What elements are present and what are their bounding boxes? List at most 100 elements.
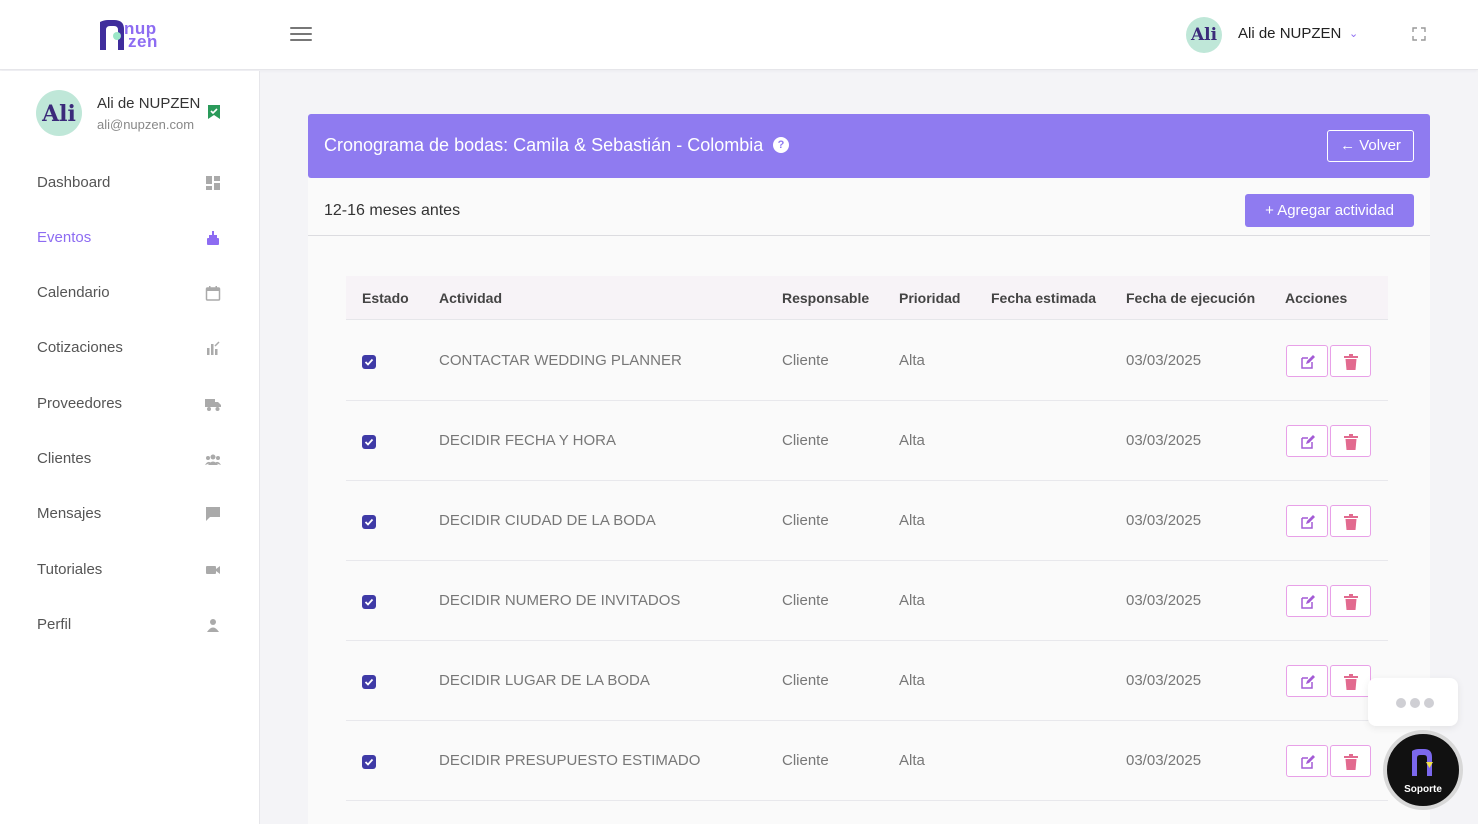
- table-row: CONTACTAR WEDDING PLANNER Cliente Alta 0…: [346, 321, 1388, 401]
- column-header-responsable[interactable]: Responsable: [782, 290, 869, 306]
- column-header-actividad[interactable]: Actividad: [439, 290, 502, 306]
- delete-button[interactable]: [1330, 585, 1371, 617]
- column-header-fecha-ejecucion[interactable]: Fecha de ejecución: [1126, 290, 1255, 306]
- edit-button[interactable]: [1286, 505, 1328, 537]
- cell-priority: Alta: [899, 432, 925, 449]
- fullscreen-icon[interactable]: [1412, 27, 1426, 41]
- check-icon: [364, 438, 374, 446]
- message-icon: [206, 507, 220, 521]
- check-icon: [364, 758, 374, 766]
- table-row: DECIDIR FECHA Y HORA Cliente Alta 03/03/…: [346, 401, 1388, 481]
- column-header-estado[interactable]: Estado: [362, 290, 409, 306]
- sidebar-item-label: Tutoriales: [37, 561, 103, 578]
- calendar-icon: [205, 286, 221, 301]
- delete-button[interactable]: [1330, 505, 1371, 537]
- delete-button[interactable]: [1330, 425, 1371, 457]
- status-checkbox[interactable]: [362, 435, 376, 449]
- status-checkbox[interactable]: [362, 355, 376, 369]
- chat-typing-bubble[interactable]: [1368, 678, 1458, 726]
- cell-activity: CONTACTAR WEDDING PLANNER: [439, 352, 682, 369]
- cake-icon: [207, 231, 219, 245]
- cell-priority: Alta: [899, 752, 925, 769]
- plus-icon: +: [1265, 202, 1274, 219]
- sidebar-item-mensajes[interactable]: Mensajes: [0, 494, 259, 534]
- edit-icon: [1301, 355, 1315, 369]
- edit-button[interactable]: [1286, 425, 1328, 457]
- status-checkbox[interactable]: [362, 595, 376, 609]
- section-title: 12-16 meses antes: [324, 202, 461, 219]
- edit-icon: [1301, 435, 1315, 449]
- check-icon: [364, 358, 374, 366]
- video-icon: [206, 566, 220, 574]
- edit-button[interactable]: [1286, 745, 1328, 777]
- cell-responsible: Cliente: [782, 432, 829, 449]
- edit-button[interactable]: [1286, 585, 1328, 617]
- sidebar-item-proveedores[interactable]: Proveedores: [0, 384, 259, 424]
- trash-icon: [1344, 354, 1358, 370]
- support-button[interactable]: Soporte: [1383, 730, 1463, 810]
- user-icon: [207, 619, 219, 632]
- check-icon: [364, 598, 374, 606]
- support-label: Soporte: [1404, 784, 1442, 795]
- sidebar-item-clientes[interactable]: Clientes: [0, 439, 259, 479]
- column-header-fecha-estimada[interactable]: Fecha estimada: [991, 290, 1096, 306]
- back-button[interactable]: ← Volver: [1327, 130, 1414, 162]
- sidebar-item-perfil[interactable]: Perfil: [0, 605, 259, 645]
- delete-button[interactable]: [1330, 745, 1371, 777]
- add-activity-button[interactable]: + Agregar actividad: [1245, 194, 1414, 227]
- sidebar-item-label: Eventos: [37, 229, 92, 246]
- hamburger-icon[interactable]: [290, 27, 312, 43]
- table-row: DECIDIR PRESUPUESTO ESTIMADO Cliente Alt…: [346, 721, 1388, 801]
- sidebar-item-label: Calendario: [37, 284, 110, 301]
- cell-responsible: Cliente: [782, 672, 829, 689]
- sidebar-item-label: Proveedores: [37, 395, 123, 412]
- sidebar-item-cotizaciones[interactable]: Cotizaciones: [0, 328, 259, 368]
- edit-icon: [1301, 515, 1315, 529]
- chart-icon: [207, 341, 220, 355]
- cell-activity: DECIDIR NUMERO DE INVITADOS: [439, 592, 681, 609]
- status-checkbox[interactable]: [362, 515, 376, 529]
- check-icon: [364, 518, 374, 526]
- arrow-left-icon: ←: [1340, 137, 1356, 154]
- status-checkbox[interactable]: [362, 675, 376, 689]
- cell-responsible: Cliente: [782, 592, 829, 609]
- column-header-prioridad[interactable]: Prioridad: [899, 290, 960, 306]
- support-logo-icon: [1412, 749, 1433, 776]
- profile-avatar-text: Ali: [42, 101, 76, 127]
- cell-responsible: Cliente: [782, 352, 829, 369]
- cell-priority: Alta: [899, 512, 925, 529]
- cell-execution-date: 03/03/2025: [1126, 752, 1202, 769]
- sidebar-item-tutoriales[interactable]: Tutoriales: [0, 550, 259, 590]
- sidebar-item-calendario[interactable]: Calendario: [0, 273, 259, 313]
- cell-execution-date: 03/03/2025: [1126, 592, 1202, 609]
- logo-mark-icon: [100, 20, 124, 50]
- table-row: DECIDIR NUMERO DE INVITADOS Cliente Alta…: [346, 561, 1388, 641]
- profile-avatar[interactable]: Ali: [36, 90, 82, 136]
- delete-button[interactable]: [1330, 345, 1371, 377]
- sidebar-item-label: Cotizaciones: [37, 339, 123, 356]
- edit-button[interactable]: [1286, 665, 1328, 697]
- delete-button[interactable]: [1330, 665, 1371, 697]
- trash-icon: [1344, 514, 1358, 530]
- table-row: DECIDIR LUGAR DE LA BODA Cliente Alta 03…: [346, 641, 1388, 721]
- status-checkbox[interactable]: [362, 755, 376, 769]
- back-button-label: Volver: [1359, 137, 1401, 154]
- typing-dot: [1396, 698, 1406, 708]
- sidebar-item-dashboard[interactable]: Dashboard: [0, 163, 259, 203]
- header-avatar[interactable]: Ali: [1186, 17, 1222, 53]
- header-user-name[interactable]: Ali de NUPZEN: [1238, 25, 1341, 42]
- help-icon[interactable]: ?: [773, 137, 789, 153]
- edit-icon: [1301, 755, 1315, 769]
- cell-priority: Alta: [899, 672, 925, 689]
- chevron-down-icon[interactable]: ⌄: [1349, 27, 1358, 40]
- sidebar-item-eventos[interactable]: Eventos: [0, 218, 259, 258]
- page-banner: Cronograma de bodas: Camila & Sebastián …: [308, 114, 1430, 178]
- edit-button[interactable]: [1286, 345, 1328, 377]
- profile-email: ali@nupzen.com: [97, 117, 195, 132]
- nupzen-logo[interactable]: nup zen: [98, 18, 168, 54]
- sidebar-item-label: Clientes: [37, 450, 92, 467]
- table-row: DECIDIR CIUDAD DE LA BODA Cliente Alta 0…: [346, 481, 1388, 561]
- header-avatar-text: Ali: [1190, 25, 1218, 45]
- cell-execution-date: 03/03/2025: [1126, 352, 1202, 369]
- typing-dot: [1410, 698, 1420, 708]
